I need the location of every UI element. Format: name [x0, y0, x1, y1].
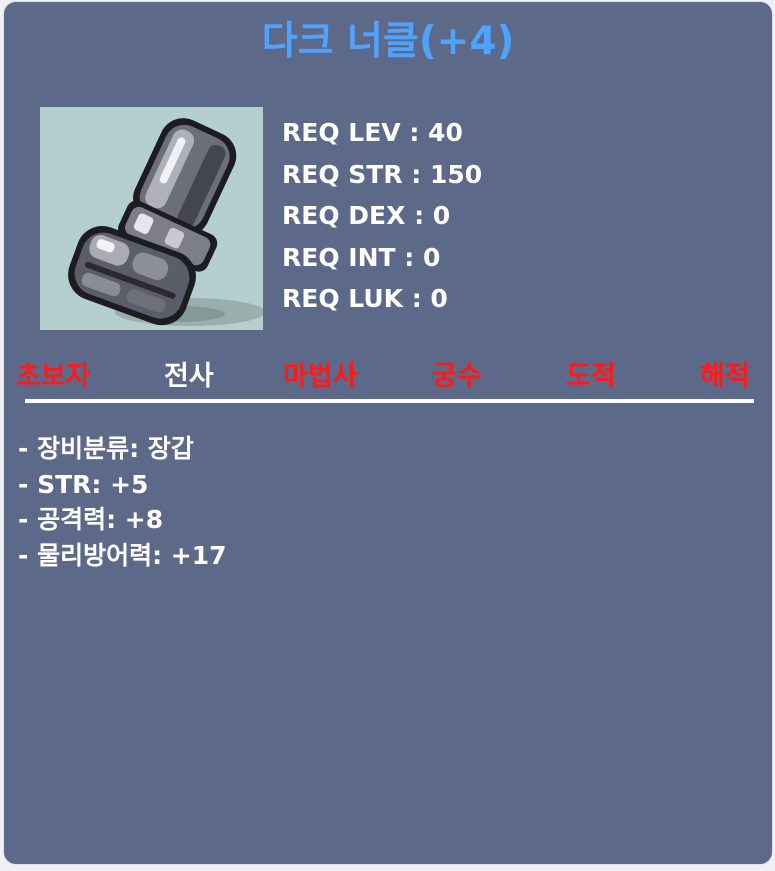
requirements-list: REQ LEV : 40 REQ STR : 150 REQ DEX : 0 R…: [282, 112, 482, 320]
stat-str: - STR: +5: [18, 469, 149, 499]
job-warrior: 전사: [164, 361, 214, 392]
stats-list: - 장비분류: 장갑 - STR: +5 - 공격력: +8 - 물리방어력: …: [18, 431, 227, 573]
stat-category: - 장비분류: 장갑: [18, 434, 194, 463]
job-list: 초보자 전사 마법사 궁수 도적 해적: [4, 354, 772, 394]
req-str: REQ STR : 150: [282, 159, 483, 189]
job-beginner: 초보자: [16, 361, 91, 392]
stat-defense: - 물리방어력: +17: [18, 540, 227, 570]
job-thief: 도적: [566, 361, 616, 392]
req-int: REQ INT : 0: [282, 242, 441, 272]
dark-knuckle-glove-icon: [68, 118, 263, 326]
job-bowman: 궁수: [432, 361, 482, 392]
job-magician: 마법사: [283, 361, 358, 392]
req-luk: REQ LUK : 0: [282, 284, 448, 314]
stat-attack: - 공격력: +8: [18, 505, 164, 534]
item-title: 다크 너클(+4): [261, 19, 515, 64]
job-pirate: 해적: [700, 361, 750, 392]
item-tooltip-card: 다크 너클(+4) REQ LEV: 40 REQ STR: 150 REQ…: [4, 2, 772, 864]
divider: [25, 399, 754, 403]
item-image: [40, 107, 263, 330]
req-dex: REQ DEX : 0: [282, 201, 451, 231]
req-level: REQ LEV : 40: [282, 118, 463, 147]
